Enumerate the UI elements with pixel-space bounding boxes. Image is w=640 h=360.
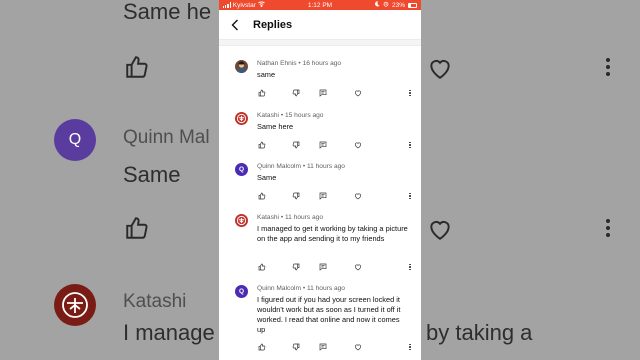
reply-actions xyxy=(257,140,417,150)
reply-age: 11 hours ago xyxy=(306,285,345,292)
bg-like-icon xyxy=(124,54,150,85)
reply-comment-icon[interactable] xyxy=(318,88,328,98)
reply-text: Same xyxy=(257,173,277,182)
reply-text: I figured out if you had your screen loc… xyxy=(257,295,401,334)
reply-author[interactable]: Katashi xyxy=(257,112,279,119)
avatar[interactable] xyxy=(235,60,248,73)
heart-icon[interactable] xyxy=(353,88,363,98)
heart-icon[interactable] xyxy=(353,191,363,201)
reply-meta: Katashi • 15 hours ago xyxy=(257,112,324,119)
phone-screen: Kyivstar 1:12 PM 23% Replies Nathan Ehni… xyxy=(219,0,421,360)
reply-author[interactable]: Quinn Malcolm xyxy=(257,285,301,292)
reply-author[interactable]: Nathan Ehnis xyxy=(257,60,297,67)
bg-heart-icon-2 xyxy=(427,216,453,247)
thumbs-down-icon[interactable] xyxy=(291,342,301,352)
bg-comment-text-top: Same he xyxy=(123,0,212,24)
reply-age: 11 hours ago xyxy=(306,163,345,170)
reply-actions xyxy=(257,262,417,272)
reply-item: Katashi • 11 hours ago I managed to get … xyxy=(219,212,421,276)
heart-icon[interactable] xyxy=(353,262,363,272)
reply-age: 16 hours ago xyxy=(302,60,342,67)
parent-comment-partial xyxy=(219,40,421,46)
status-bar: Kyivstar 1:12 PM 23% xyxy=(219,0,421,10)
thumbs-down-icon[interactable] xyxy=(291,262,301,272)
battery-icon xyxy=(408,2,417,8)
reply-meta: Katashi • 11 hours ago xyxy=(257,214,323,221)
page-title: Replies xyxy=(253,18,293,31)
reply-author[interactable]: Katashi xyxy=(257,214,279,221)
reply-item: Q Quinn Malcolm • 11 hours ago Same xyxy=(219,161,421,205)
reply-comment-icon[interactable] xyxy=(318,140,328,150)
reply-text: same xyxy=(257,70,276,79)
avatar[interactable] xyxy=(235,112,248,125)
reply-age: 15 hours ago xyxy=(284,112,324,119)
thumbs-down-icon[interactable] xyxy=(291,191,301,201)
bg-comment-text-left: I manage xyxy=(123,320,215,345)
bg-avatar-katashi xyxy=(54,284,96,326)
thumbs-down-icon[interactable] xyxy=(291,140,301,150)
reply-item: Katashi • 15 hours ago Same here xyxy=(219,110,421,154)
reply-comment-icon[interactable] xyxy=(318,262,328,272)
chevron-left-icon[interactable] xyxy=(231,18,241,32)
bg-author-name: Quinn Mal xyxy=(123,127,210,148)
reply-actions xyxy=(257,88,417,98)
more-options-icon[interactable] xyxy=(408,140,412,150)
reply-age: 11 hours ago xyxy=(284,214,323,221)
bg-comment-text-same: Same xyxy=(123,162,181,187)
avatar[interactable] xyxy=(235,214,248,227)
reply-comment-icon[interactable] xyxy=(318,342,328,352)
bg-avatar-quinn: Q xyxy=(54,119,96,161)
reply-text: I managed to get it working by taking a … xyxy=(257,224,408,243)
reply-item: Nathan Ehnis • 16 hours ago same xyxy=(219,58,421,102)
more-options-icon[interactable] xyxy=(408,191,412,201)
status-time: 1:12 PM xyxy=(307,1,333,9)
more-options-icon[interactable] xyxy=(408,262,412,272)
reply-actions xyxy=(257,342,417,352)
bg-author-name-2: Katashi xyxy=(123,291,187,312)
bg-comment-text-right: by taking a xyxy=(426,320,533,345)
thumbs-up-icon[interactable] xyxy=(257,140,267,150)
bg-heart-icon xyxy=(427,55,453,86)
thumbs-down-icon[interactable] xyxy=(291,88,301,98)
heart-icon[interactable] xyxy=(353,140,363,150)
reply-author[interactable]: Quinn Malcolm xyxy=(257,163,301,170)
reply-item: Q Quinn Malcolm • 11 hours ago I figured… xyxy=(219,283,421,360)
thumbs-up-icon[interactable] xyxy=(257,88,267,98)
reply-meta: Quinn Malcolm • 11 hours ago xyxy=(257,285,345,292)
avatar[interactable]: Q xyxy=(235,285,248,298)
avatar[interactable]: Q xyxy=(235,163,248,176)
thumbs-up-icon[interactable] xyxy=(257,191,267,201)
thumbs-up-icon[interactable] xyxy=(257,342,267,352)
replies-header: Replies xyxy=(219,10,421,40)
bg-more-icon-2 xyxy=(606,219,611,240)
bg-more-icon xyxy=(606,58,611,79)
heart-icon[interactable] xyxy=(353,342,363,352)
reply-actions xyxy=(257,191,417,201)
reply-meta: Quinn Malcolm • 11 hours ago xyxy=(257,163,345,170)
thumbs-up-icon[interactable] xyxy=(257,262,267,272)
reply-meta: Nathan Ehnis • 16 hours ago xyxy=(257,60,342,67)
bg-like-icon-2 xyxy=(124,215,150,246)
more-options-icon[interactable] xyxy=(408,342,412,352)
reply-text: Same here xyxy=(257,122,294,131)
reply-comment-icon[interactable] xyxy=(318,191,328,201)
more-options-icon[interactable] xyxy=(408,88,412,98)
